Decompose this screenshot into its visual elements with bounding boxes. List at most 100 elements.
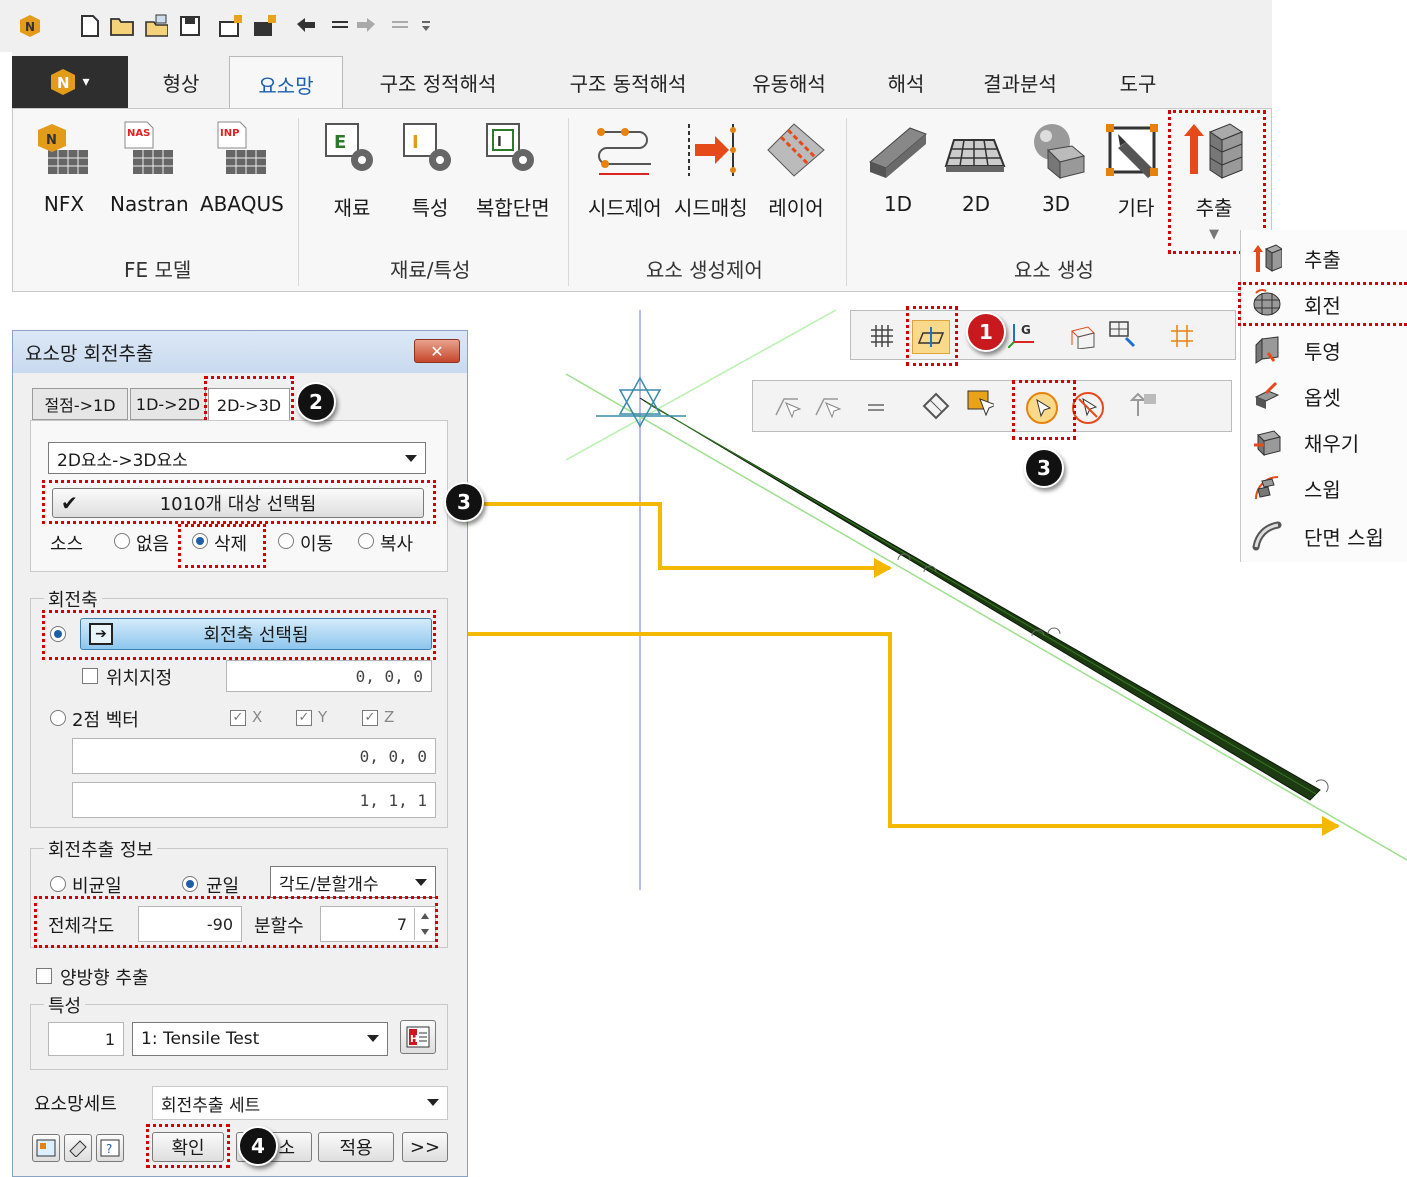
nastran-button[interactable]: NAS Nastran: [110, 118, 189, 216]
mesh-2d-label: 2D: [961, 192, 991, 216]
mesh-1d-button[interactable]: 1D: [866, 118, 930, 216]
pick-1d-icon[interactable]: [1130, 392, 1158, 420]
point2-field[interactable]: 1, 1, 1: [72, 782, 436, 818]
layer-button[interactable]: 레이어: [764, 118, 828, 221]
material-label: 재료: [333, 196, 371, 220]
position-field[interactable]: 0, 0, 0: [226, 660, 432, 692]
snap-grid-icon[interactable]: [1168, 322, 1196, 350]
highlight-source-delete: [178, 524, 266, 568]
save-icon[interactable]: [178, 14, 202, 38]
z-axis-checkbox[interactable]: ✓: [362, 710, 378, 726]
tab-static-analysis[interactable]: 구조 정적해석: [350, 56, 526, 108]
tab-cfd[interactable]: 유동해석: [730, 56, 848, 108]
non-uniform-radio[interactable]: [50, 876, 66, 892]
app-logo-icon[interactable]: N: [18, 14, 42, 38]
select-box-icon[interactable]: [966, 390, 994, 418]
new-file-icon[interactable]: [78, 14, 102, 38]
combo-value: 각도/분할개수: [279, 874, 379, 895]
abaqus-button[interactable]: INP ABAQUS: [200, 118, 284, 216]
tab-1d-to-2d[interactable]: 1D->2D: [130, 388, 206, 420]
source-move-label: 이동: [300, 534, 334, 555]
gcs-icon[interactable]: G: [1008, 320, 1036, 348]
open-model2-icon[interactable]: [252, 14, 276, 38]
source-none-radio[interactable]: [114, 533, 130, 549]
mesh-2d-button[interactable]: 2D: [944, 118, 1008, 216]
mesh-other-button[interactable]: 기타: [1104, 118, 1168, 221]
pick-off-icon[interactable]: [1072, 392, 1104, 424]
seed-control-button[interactable]: 시드제어: [588, 118, 662, 221]
tab-shape[interactable]: 형상: [134, 56, 228, 108]
seed-matching-button[interactable]: 시드매칭: [674, 118, 748, 221]
open-model-icon[interactable]: [218, 14, 242, 38]
point1-field[interactable]: 0, 0, 0: [72, 738, 436, 774]
redo-icon[interactable]: [354, 14, 378, 38]
menu-item-extrude[interactable]: 추출: [1250, 236, 1341, 280]
undo-list-icon[interactable]: [328, 14, 352, 38]
cancel-label: 소: [278, 1138, 295, 1159]
mesh-3d-button[interactable]: 3D: [1024, 118, 1088, 216]
grid-icon[interactable]: [868, 322, 896, 350]
mesh-3d-icon: [1024, 118, 1088, 182]
mesh-set-combo[interactable]: 회전추출 세트: [152, 1086, 448, 1120]
non-uniform-label: 비균일: [72, 876, 122, 897]
combo-value: 2D요소->3D요소: [57, 450, 188, 471]
highlight-2d-to-3d: [204, 376, 294, 426]
two-point-radio[interactable]: [50, 710, 66, 726]
property-id-field[interactable]: 1: [48, 1022, 124, 1056]
tab-results[interactable]: 결과분석: [962, 56, 1078, 108]
source-move-radio[interactable]: [278, 533, 294, 549]
svg-text:NAS: NAS: [127, 128, 150, 139]
select-node-icon[interactable]: [774, 392, 802, 420]
close-button[interactable]: ✕: [414, 339, 460, 363]
seed-control-label: 시드제어: [588, 196, 662, 220]
property-create-button[interactable]: H: [400, 1020, 436, 1054]
help-button[interactable]: ?: [96, 1134, 124, 1162]
tab-mesh[interactable]: 요소망: [229, 56, 343, 112]
eraser-button[interactable]: [64, 1134, 92, 1162]
property-button[interactable]: I 특성: [398, 118, 462, 221]
x-axis-checkbox[interactable]: ✓: [230, 710, 246, 726]
composite-section-button[interactable]: I 복합단면: [476, 118, 550, 221]
select-filter-icon[interactable]: [922, 392, 950, 420]
preview-button[interactable]: [32, 1134, 60, 1162]
snap-icon[interactable]: [1108, 320, 1136, 348]
y-axis-checkbox[interactable]: ✓: [296, 710, 312, 726]
nfx-button[interactable]: N NFX: [32, 118, 96, 216]
redo-list-icon[interactable]: [388, 14, 412, 38]
apply-button[interactable]: 적용: [318, 1132, 394, 1162]
property-icon: I: [398, 118, 462, 182]
property-label: 특성: [411, 196, 449, 220]
customize-icon[interactable]: [414, 14, 438, 38]
property-combo[interactable]: 1: Tensile Test: [132, 1022, 388, 1056]
tab-node-to-1d[interactable]: 절점->1D: [32, 388, 128, 420]
app-menu-button[interactable]: N ▾: [12, 56, 128, 108]
more-button[interactable]: >>: [402, 1132, 448, 1162]
undo-icon[interactable]: [294, 14, 318, 38]
svg-text:INP: INP: [220, 128, 239, 139]
svg-text:N: N: [25, 20, 35, 34]
open-folder-icon[interactable]: [110, 14, 134, 38]
select-element-icon[interactable]: [814, 392, 842, 420]
tab-analysis[interactable]: 해석: [864, 56, 948, 108]
element-type-combo[interactable]: 2D요소->3D요소: [48, 442, 426, 474]
material-button[interactable]: E 재료: [320, 118, 384, 221]
tab-tools[interactable]: 도구: [1100, 56, 1176, 108]
source-label: 소스: [50, 534, 84, 555]
tab-dynamic-analysis[interactable]: 구조 동적해석: [540, 56, 716, 108]
close-icon: ✕: [430, 341, 444, 361]
dropdown-arrow-icon: ▾: [82, 74, 90, 90]
import-icon[interactable]: [144, 14, 168, 38]
abaqus-label: ABAQUS: [200, 192, 284, 216]
source-copy-label: 복사: [380, 534, 414, 555]
source-copy-radio[interactable]: [358, 533, 374, 549]
select-all-icon[interactable]: [862, 394, 890, 422]
uniform-radio[interactable]: [182, 876, 198, 892]
combo-value: 회전추출 세트: [161, 1095, 261, 1116]
extrude-icon: [1250, 241, 1284, 275]
position-checkbox[interactable]: [82, 668, 98, 684]
rotation-info-legend: 회전추출 정보: [44, 836, 158, 862]
angle-method-combo[interactable]: 각도/분할개수: [270, 866, 436, 898]
group-divider: [298, 118, 299, 286]
bidirectional-checkbox[interactable]: [36, 968, 52, 984]
mesh-extrude-icon[interactable]: [1068, 322, 1096, 350]
